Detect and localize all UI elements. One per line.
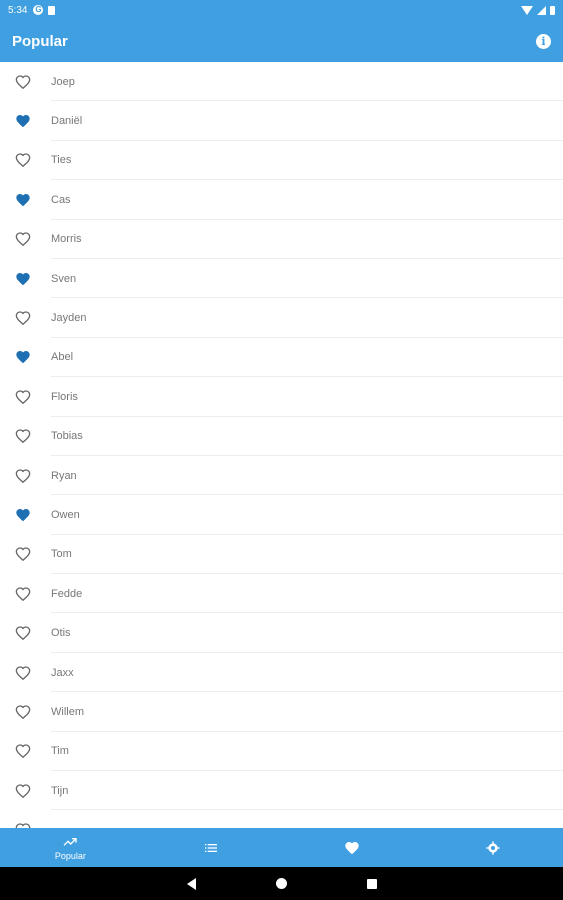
nav-item-trending-up[interactable]: Popular xyxy=(0,828,141,867)
heart-icon xyxy=(345,841,359,854)
list-item-name: Tijn xyxy=(51,784,69,797)
settings-icon xyxy=(485,840,500,855)
nav-item-settings[interactable] xyxy=(422,828,563,867)
nav-label: Popular xyxy=(54,851,86,861)
list-item-name: Tim xyxy=(51,745,69,758)
list-item-name: Tom xyxy=(51,548,72,561)
heart-filled-icon[interactable] xyxy=(15,192,31,208)
recents-icon xyxy=(366,878,377,889)
list-item-name: Floris xyxy=(51,390,78,403)
status-bar: 5:34 G xyxy=(0,0,563,20)
heart-outline-icon[interactable] xyxy=(15,310,31,326)
list-item-name: Morris xyxy=(51,233,82,246)
heart-filled-icon[interactable] xyxy=(15,113,31,129)
list-item[interactable]: Ryan xyxy=(0,456,563,496)
back-button[interactable] xyxy=(147,877,237,890)
heart-filled-icon[interactable] xyxy=(15,349,31,365)
list-item-name: Cas xyxy=(51,193,71,206)
nav-item-heart[interactable] xyxy=(282,828,423,867)
home-icon xyxy=(276,878,287,889)
list-item[interactable] xyxy=(0,810,563,828)
heart-outline-icon[interactable] xyxy=(15,586,31,602)
list-icon xyxy=(205,843,218,852)
system-navigation-bar xyxy=(0,867,563,900)
heart-outline-icon[interactable] xyxy=(15,231,31,247)
list-item[interactable]: Tom xyxy=(0,535,563,575)
list-item-name: Owen xyxy=(51,508,80,521)
info-icon[interactable]: i xyxy=(536,33,551,49)
heart-outline-icon[interactable] xyxy=(15,704,31,720)
list-item[interactable]: Abel xyxy=(0,338,563,378)
list-item[interactable]: Tijn xyxy=(0,771,563,811)
list-item[interactable]: Sven xyxy=(0,259,563,299)
app-bar: Popular i xyxy=(0,20,563,62)
list-item-name: Jaxx xyxy=(51,666,74,679)
heart-outline-icon[interactable] xyxy=(15,625,31,641)
list-item-name: Daniël xyxy=(51,115,83,128)
heart-filled-icon[interactable] xyxy=(15,507,31,523)
sd-card-icon xyxy=(48,5,56,15)
heart-outline-icon[interactable] xyxy=(15,743,31,759)
google-icon: G xyxy=(33,5,44,15)
list-item[interactable]: Jaxx xyxy=(0,653,563,693)
heart-outline-icon[interactable] xyxy=(15,783,31,799)
list-item-name: Joep xyxy=(51,75,75,88)
list-item-name: Ties xyxy=(51,154,72,167)
list-item[interactable]: Morris xyxy=(0,220,563,260)
heart-outline-icon[interactable] xyxy=(15,152,31,168)
list-item-name: Otis xyxy=(51,627,71,640)
list-item-name: Fedde xyxy=(51,587,83,600)
heart-filled-icon[interactable] xyxy=(15,271,31,287)
trending-up-icon xyxy=(63,838,78,846)
bottom-navigation: Popular xyxy=(0,828,563,867)
page-title: Popular xyxy=(12,32,68,50)
list-item-name: Jayden xyxy=(51,312,87,325)
list-item[interactable]: Owen xyxy=(0,495,563,536)
list-item[interactable]: Fedde xyxy=(0,574,563,614)
status-time: 5:34 xyxy=(8,4,28,16)
list-item[interactable]: Daniël xyxy=(0,101,563,142)
heart-outline-icon[interactable] xyxy=(15,468,31,484)
signal-icon xyxy=(537,5,546,15)
list-item[interactable]: Tobias xyxy=(0,417,563,457)
nav-item-list[interactable] xyxy=(141,828,282,867)
heart-outline-icon[interactable] xyxy=(15,665,31,681)
heart-outline-icon[interactable] xyxy=(15,389,31,405)
list-item-name: Abel xyxy=(51,351,74,364)
list-item-name: Willem xyxy=(51,705,84,718)
list-item[interactable]: Willem xyxy=(0,692,563,733)
heart-outline-icon[interactable] xyxy=(15,546,31,562)
list-item[interactable]: Floris xyxy=(0,377,563,417)
list-item[interactable]: Joep xyxy=(0,62,563,102)
home-button[interactable] xyxy=(237,878,327,889)
heart-outline-icon[interactable] xyxy=(15,74,31,90)
list-item[interactable]: Tim xyxy=(0,732,563,772)
list-item-name: Tobias xyxy=(51,430,83,443)
list-item[interactable]: Cas xyxy=(0,180,563,220)
list-item-name: Ryan xyxy=(51,469,77,482)
list-item[interactable]: Otis xyxy=(0,613,563,654)
back-icon xyxy=(187,877,196,890)
wifi-icon xyxy=(521,5,533,15)
list-item[interactable]: Jayden xyxy=(0,298,563,339)
list-item-name: Sven xyxy=(51,272,77,285)
list-item[interactable]: Ties xyxy=(0,141,563,181)
recents-button[interactable] xyxy=(327,878,417,889)
name-list[interactable]: Joep Daniël Ties Cas Morris Sven Jayden Abel Flo… xyxy=(0,62,563,828)
battery-icon xyxy=(550,5,555,15)
heart-outline-icon[interactable] xyxy=(15,428,31,444)
